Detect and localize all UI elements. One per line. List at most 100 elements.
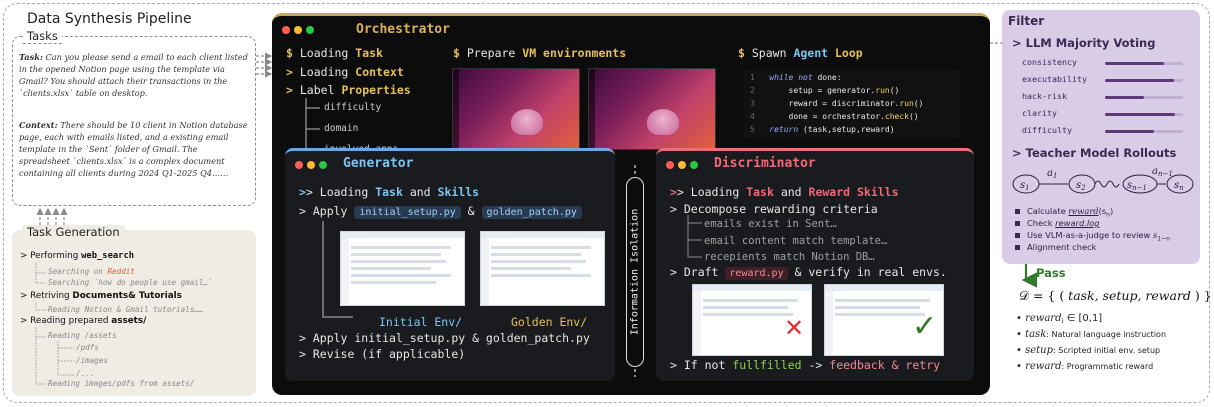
- metric-fill-executability: [1105, 79, 1174, 82]
- dis-task-keyword: Task: [746, 185, 774, 199]
- code-line-4: 4 done = orchestrator.check(): [750, 112, 919, 121]
- llm-voting-heading: > LLM Majority Voting: [1012, 36, 1156, 50]
- prepare-vm-line: $ Prepare VM environments: [453, 46, 626, 60]
- criterion-2: email content match template…: [704, 235, 888, 247]
- filter-title: Filter: [1008, 14, 1045, 28]
- sn-node: sn: [1174, 180, 1184, 192]
- dis-loading-line: >> Loading Task and Reward Skills: [670, 185, 899, 199]
- task-label: Task:: [19, 52, 43, 62]
- metric-label-clarity: clarity: [1022, 108, 1057, 118]
- gen-and-text: and: [402, 185, 438, 199]
- decompose-line: > Decompose rewarding criteria: [670, 202, 878, 216]
- discriminator-title: Discriminator: [714, 156, 816, 171]
- formula-body: task, setup, reward: [1068, 288, 1191, 303]
- tasks-label: Tasks: [23, 29, 62, 44]
- pdfs-line: /pdfs: [76, 343, 99, 352]
- jellyfish-wallpaper-icon-2: [647, 109, 679, 135]
- properties-keyword: Properties: [341, 83, 411, 97]
- gen-loading-line: >> Loading Task and Skills: [299, 185, 480, 199]
- gen-skills-keyword: Skills: [437, 185, 480, 199]
- images-line: /images: [76, 356, 109, 365]
- metric-bar-executability: [1105, 79, 1183, 82]
- check-icon: ✓: [912, 309, 938, 344]
- calc-reward-bullet: Calculate reward(sn): [1027, 206, 1114, 219]
- dots-line: /...: [76, 369, 95, 378]
- sn1-node: sn−1: [1127, 180, 1147, 192]
- metric-fill-clarity: [1105, 113, 1176, 116]
- loading-text: Loading: [299, 46, 349, 60]
- a1-edge: a1: [1047, 168, 1057, 180]
- vm-screenshot-1: [452, 68, 580, 150]
- teacher-rollouts-heading: > Teacher Model Rollouts: [1012, 146, 1177, 160]
- fulfilled-text: fullfilled: [732, 358, 802, 372]
- dis-and-text: and: [773, 185, 809, 199]
- close-dot-icon: [295, 161, 303, 169]
- rollout-chain-diagram: s1 a1 s2 sn−1 an−1 sn: [1012, 166, 1194, 194]
- maximize-dot-icon: [319, 161, 327, 169]
- gen-task-keyword: Task: [375, 185, 403, 199]
- metric-label-hack-risk: hack-risk: [1022, 91, 1067, 101]
- feedback-text: feedback & retry: [829, 358, 941, 372]
- pass-label: Pass: [1036, 266, 1066, 280]
- criterion-1: emails exist in Sent…: [704, 218, 837, 230]
- metric-fill-consistency: [1105, 62, 1164, 65]
- cross-icon: ✕: [784, 314, 805, 342]
- spawn-agent-line: $ Spawn Agent Loop: [738, 46, 863, 60]
- verify-text: & verify in real envs.: [794, 265, 947, 279]
- formula-prefix: 𝒟 = { (: [1019, 288, 1069, 303]
- prompt-symbol-3: $: [738, 46, 745, 60]
- spawn-text: Spawn: [751, 46, 787, 60]
- gen-apply-both-line: > Apply initial_setup.py & golden_patch.…: [299, 331, 590, 345]
- context-label: Context:: [19, 120, 58, 130]
- draft-line: > Draft reward.py & verify in real envs.: [670, 265, 947, 280]
- property-difficulty: difficulty: [324, 102, 382, 113]
- alignment-bullet: Alignment check: [1027, 242, 1097, 252]
- maximize-dot-icon: [690, 161, 698, 169]
- label-text: Label: [299, 83, 335, 97]
- reading-prepared-text: > Reading prepared: [20, 316, 112, 326]
- if-not-text: > If not: [670, 358, 733, 372]
- task-text: Can you please send a email to each clie…: [19, 52, 248, 98]
- formula-suffix: ) }: [1190, 288, 1212, 303]
- bullet-square-icon-3: [1015, 233, 1020, 238]
- reading-prepared-line: > Reading prepared assets/: [20, 316, 146, 326]
- gen-apply-line: > Apply initial_setup.py & golden_patch.…: [299, 204, 582, 219]
- metric-bar-hack-risk: [1105, 96, 1183, 99]
- code-line-1: 1 while not done:: [750, 73, 842, 82]
- code-line-2: 2 setup = generator.run(): [750, 86, 900, 95]
- generator-window: Generator >> Loading Task and Skills > A…: [285, 148, 615, 381]
- searching-on-text: Searching on: [48, 267, 108, 276]
- jellyfish-wallpaper-icon: [511, 109, 543, 135]
- retry-line: > If not fullfilled -> feedback & retry: [670, 358, 940, 372]
- metric-label-consistency: consistency: [1022, 57, 1077, 67]
- draft-text: > Draft: [670, 265, 719, 279]
- task-generation-panel: Task Generation > Performing web_search …: [12, 225, 256, 396]
- check-log-bullet: Check reward.log: [1027, 218, 1100, 228]
- definition-task: • task: Natural language instruction: [1016, 329, 1167, 340]
- discriminator-window: Discriminator >> Loading Task and Reward…: [656, 148, 974, 381]
- prepare-text: Prepare: [466, 46, 516, 60]
- code-line-3: 3 reward = discriminator.run(): [750, 99, 924, 108]
- isolation-label: Information Isolation: [629, 208, 641, 336]
- code-line-5: 5 return (task,setup,reward): [750, 125, 895, 134]
- metric-fill-hack-risk: [1105, 96, 1144, 99]
- loop-keyword: Loop: [835, 46, 863, 60]
- vm-screenshot-2: [588, 68, 716, 150]
- maximize-dot-icon: [306, 26, 314, 34]
- bullet-square-icon-4: [1015, 245, 1020, 250]
- initial-env-label: Initial Env/: [379, 315, 463, 329]
- metric-fill-difficulty: [1105, 130, 1155, 133]
- dis-loading-text: > Loading: [676, 185, 747, 199]
- reading-assets-line: Reading /assets: [48, 331, 117, 340]
- bullet-square-icon-2: [1015, 221, 1020, 226]
- gen-loading-text: > Loading: [305, 185, 376, 199]
- initial-env-screenshot: [340, 231, 465, 306]
- gen-amp: &: [467, 204, 475, 218]
- dataset-formula: 𝒟 = { ( task, setup, reward ) }: [1019, 288, 1212, 304]
- loading-text-2: Loading: [299, 65, 349, 79]
- filter-panel: Filter > LLM Majority Voting consistency…: [1002, 10, 1200, 264]
- golden-patch-chip: golden_patch.py: [481, 206, 582, 219]
- retrieving-text: > Retriving: [20, 291, 73, 301]
- minimize-dot-icon: [294, 26, 302, 34]
- vm-env-keyword: VM environments: [522, 46, 627, 60]
